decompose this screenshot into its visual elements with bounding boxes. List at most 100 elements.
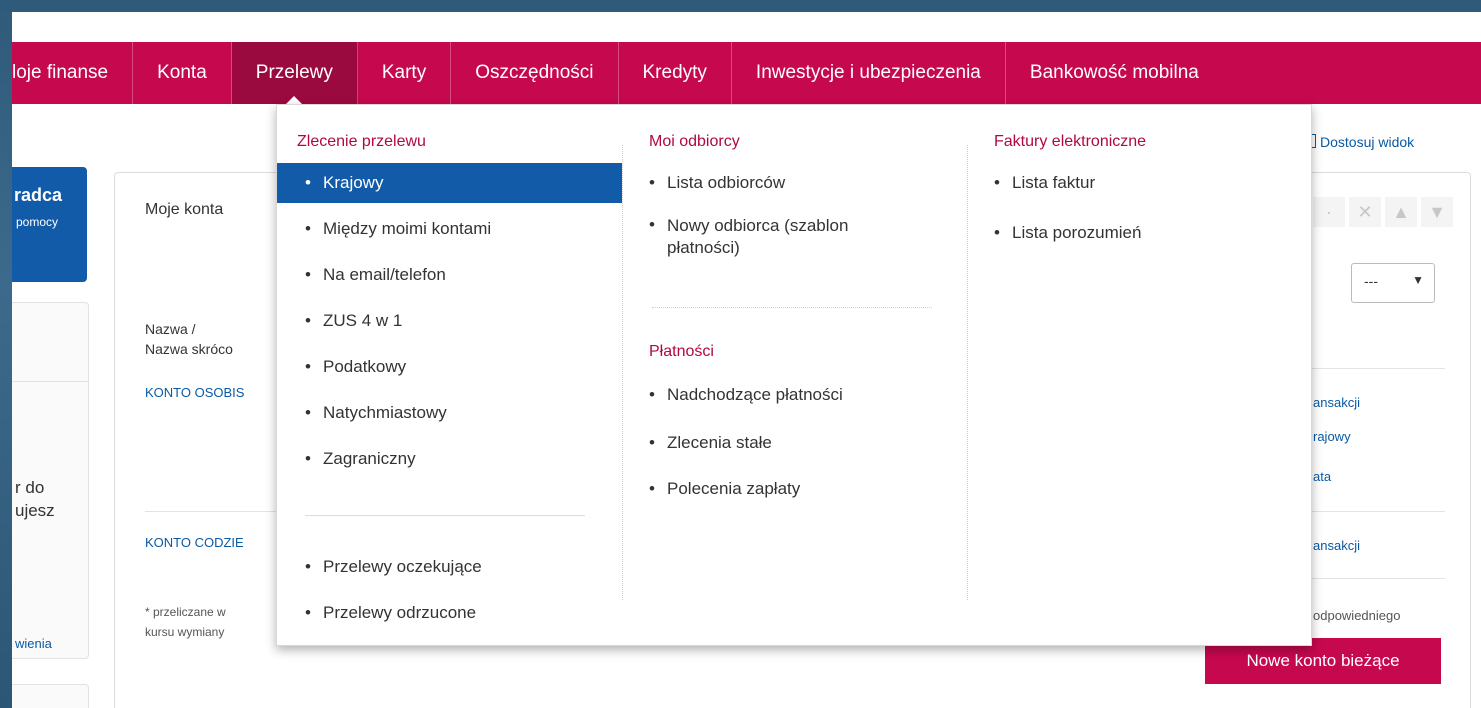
nav-moje-finanse[interactable]: loje finanse [12,42,134,104]
bullet-icon: • [649,479,655,498]
menu-item-label: ZUS 4 w 1 [323,311,403,330]
menu-item-krajowy[interactable]: • Krajowy [277,163,622,203]
browser-frame: loje finanse Konta Przelewy Karty Oszczę… [12,12,1481,708]
move-up-icon[interactable]: ▲ [1385,197,1417,227]
new-account-label: Nowe konto bieżące [1246,651,1400,670]
refresh-icon[interactable]: · [1313,197,1345,227]
left-text-1: r do [15,478,45,497]
column-header-short-name: Nazwa skróco [145,341,233,357]
menu-item-nadchodzace[interactable]: • Nadchodzące płatności [649,375,843,415]
nav-label: Inwestycje i ubezpieczenia [755,62,981,83]
przelewy-dropdown-menu: Zlecenie przelewu • Krajowy • Między moimi… [276,104,1312,646]
menu-item-label: Lista porozumień [1012,223,1142,242]
menu-item-label: Lista faktur [1012,173,1096,192]
menu-item-label: Nadchodzące płatności [667,385,843,404]
advisor-widget[interactable]: radca pomocy [12,167,87,282]
close-icon[interactable]: ✕ [1349,197,1381,227]
currency-select[interactable]: --- ▼ [1351,263,1435,303]
menu-item-lista-faktur[interactable]: • Lista faktur [994,163,1095,203]
payment-link[interactable]: ata [1313,469,1331,484]
bullet-icon: • [305,265,311,284]
bullet-icon: • [649,215,655,234]
menu-separator [305,515,585,516]
column-divider [967,145,968,600]
select-value: --- [1364,273,1378,289]
menu-item-label: Zlecenia stałe [667,433,772,452]
bullet-icon: • [649,385,655,404]
nav-bankowosc-mobilna[interactable]: Bankowość mobilna [1006,42,1223,104]
bullet-icon: • [305,557,311,576]
menu-heading-platnosci: Płatności [649,343,714,360]
menu-item-oczekujace[interactable]: • Przelewy oczekujące [305,547,482,587]
menu-item-miedzy-kontami[interactable]: • Między moimi kontami [305,209,491,249]
menu-item-natychmiastowy[interactable]: • Natychmiastowy [305,393,447,433]
menu-item-label: Nowy odbiorca (szablon płatności) [667,215,848,259]
left-text-2: ujesz [15,501,55,520]
menu-item-nowy-odbiorca[interactable]: • Nowy odbiorca (szablon płatności) [649,215,848,263]
left-info-box: r do ujesz wienia [12,302,89,659]
menu-item-zlecenia-stale[interactable]: • Zlecenia stałe [649,423,772,463]
bullet-icon: • [305,603,311,622]
customize-view-link[interactable]: Dostosuj widok [1302,134,1414,150]
menu-item-polecenia-zaplaty[interactable]: • Polecenia zapłaty [649,469,800,509]
menu-item-label: Podatkowy [323,357,407,376]
transactions-link-1[interactable]: ansakcji [1313,395,1360,410]
menu-item-zagraniczny[interactable]: • Zagraniczny [305,439,416,479]
menu-item-lista-porozumien[interactable]: • Lista porozumień [994,213,1141,253]
panel-controls: · ✕ ▲ ▼ [1313,197,1463,227]
nav-label: Bankowość mobilna [1029,62,1199,83]
nav-inwestycje[interactable]: Inwestycje i ubezpieczenia [732,42,1006,104]
move-down-icon[interactable]: ▼ [1421,197,1453,227]
menu-item-label: Natychmiastowy [323,403,447,422]
account-link-osobiste[interactable]: KONTO OSOBIS [145,385,244,400]
bullet-icon: • [305,173,311,192]
account-link-codzienne[interactable]: KONTO CODZIE [145,535,244,550]
bullet-icon: • [305,219,311,238]
advisor-subtitle: pomocy [16,215,59,229]
menu-item-zus[interactable]: • ZUS 4 w 1 [305,301,402,341]
menu-item-label: Między moimi kontami [323,219,492,238]
nav-label: Karty [381,62,427,83]
menu-item-label: Lista odbiorców [667,173,786,192]
menu-heading-odbiorcy: Moi odbiorcy [649,133,740,150]
bullet-icon: • [649,433,655,452]
menu-item-podatkowy[interactable]: • Podatkowy [305,347,406,387]
bullet-icon: • [994,223,1000,242]
menu-item-label: Polecenia zapłaty [667,479,801,498]
menu-item-label: Zagraniczny [323,449,416,468]
nav-oszczednosci[interactable]: Oszczędności [451,42,619,104]
chevron-down-icon: ▼ [1412,273,1424,287]
footnote-line-2: kursu wymiany [145,625,225,639]
menu-heading-faktury: Faktury elektroniczne [994,133,1147,150]
menu-item-label: Przelewy oczekujące [323,557,482,576]
bullet-icon: • [305,311,311,330]
footnote-line-1: * przeliczane w [145,605,226,619]
tab-moje-konta[interactable]: Moje konta [145,201,223,219]
left-link[interactable]: wienia [15,636,52,651]
menu-separator [652,307,932,309]
nav-label: Kredyty [642,62,707,83]
bullet-icon: • [305,403,311,422]
column-header-name: Nazwa / [145,321,196,337]
nav-label: Przelewy [255,62,333,83]
menu-heading-zlecenie: Zlecenie przelewu [297,133,426,150]
active-caret-icon [286,96,303,104]
bullet-icon: • [994,173,1000,192]
menu-item-label: Krajowy [323,173,384,192]
bullet-icon: • [305,449,311,468]
menu-item-label: Na email/telefon [323,265,446,284]
nav-label: loje finanse [12,62,109,83]
menu-item-label-line1: Nowy odbiorca (szablon [667,216,849,235]
domestic-transfer-link[interactable]: rajowy [1313,429,1351,444]
menu-item-lista-odbiorcow[interactable]: • Lista odbiorców [649,163,785,203]
menu-item-odrzucone[interactable]: • Przelewy odrzucone [305,593,476,633]
main-navigation: loje finanse Konta Przelewy Karty Oszczę… [12,42,1481,104]
nav-przelewy[interactable]: Przelewy [231,42,358,104]
nav-kredyty[interactable]: Kredyty [619,42,732,104]
menu-item-email-telefon[interactable]: • Na email/telefon [305,255,446,295]
nav-konta[interactable]: Konta [133,42,232,104]
transactions-link-2[interactable]: ansakcji [1313,538,1360,553]
nav-karty[interactable]: Karty [358,42,452,104]
menu-item-label-line2: płatności) [667,238,740,257]
bullet-icon: • [305,357,311,376]
